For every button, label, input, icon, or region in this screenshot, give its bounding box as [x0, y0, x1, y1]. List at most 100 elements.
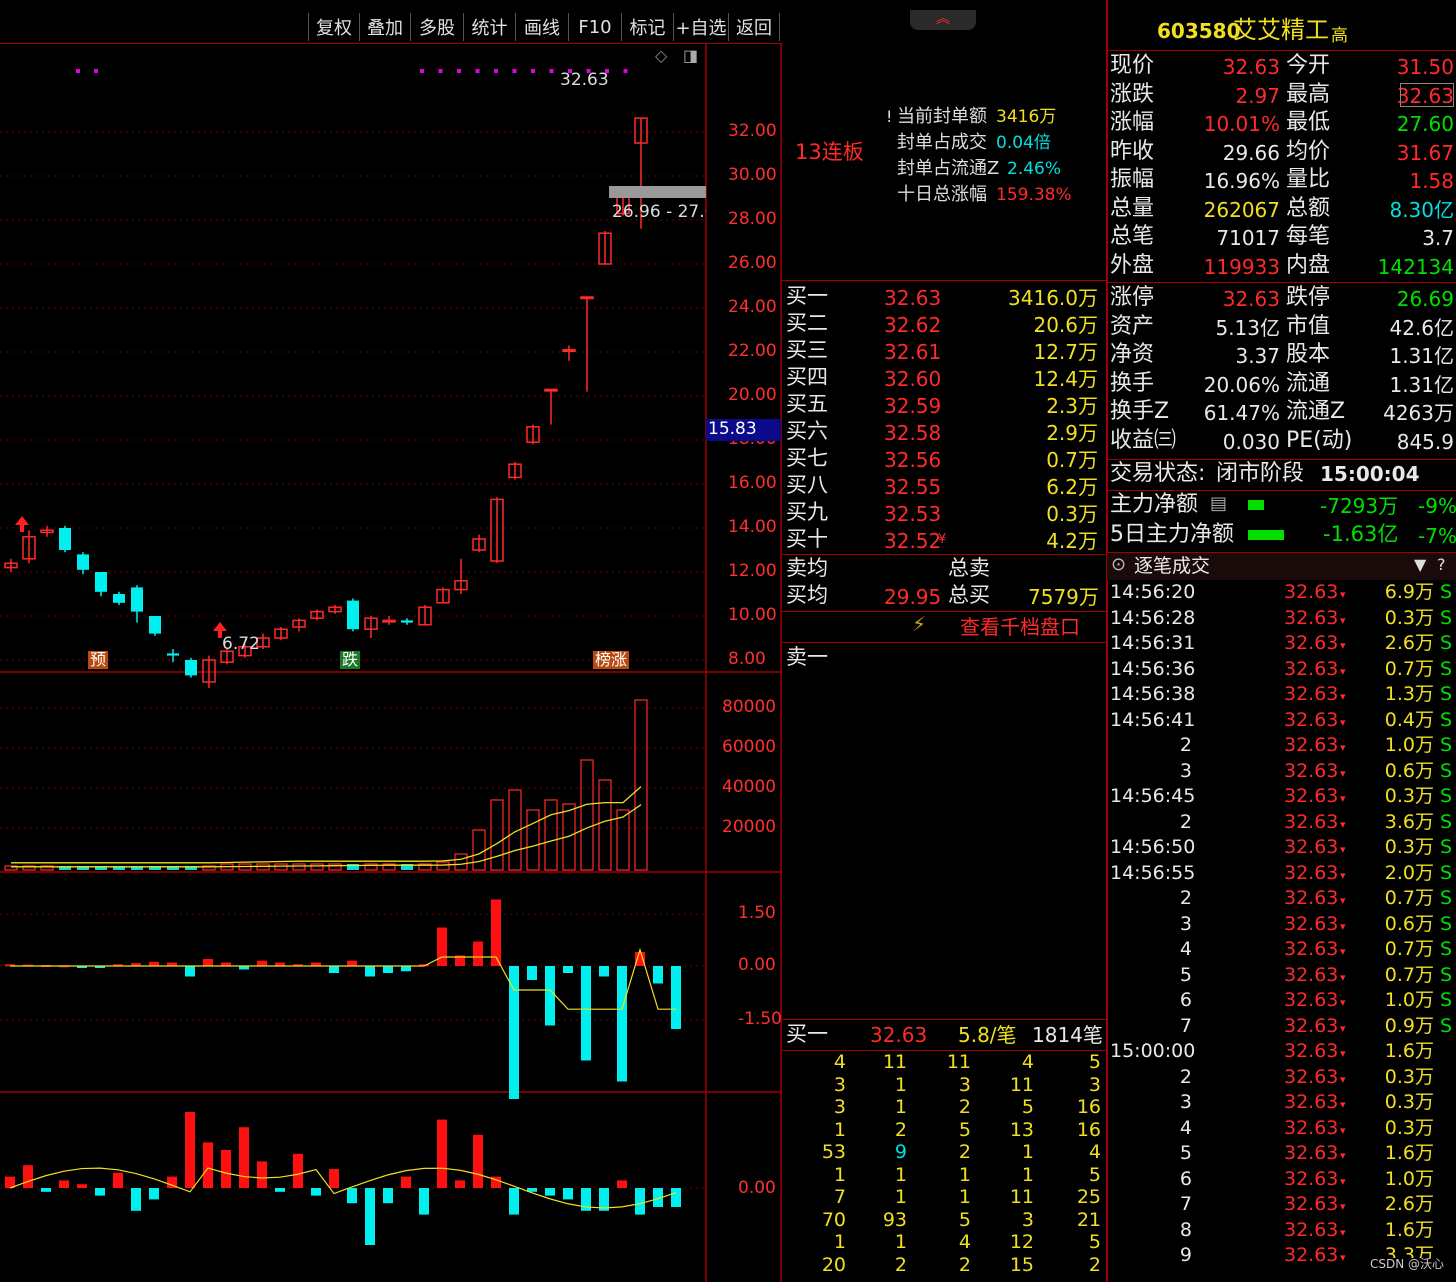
fund-flow-bar	[203, 1142, 213, 1188]
main-net5-bar	[1248, 530, 1284, 540]
tick-volume: 0.7万	[1384, 938, 1434, 960]
toolbar-stats-button[interactable]: 统计	[463, 13, 515, 41]
fund-value: 61.47%	[1203, 401, 1280, 425]
quote-label: 最低	[1286, 110, 1331, 135]
macd-bar	[257, 960, 267, 966]
main-net-label: 主力净额	[1110, 492, 1199, 517]
fund-flow-bar	[221, 1150, 231, 1188]
view-1000-depth-link[interactable]: 查看千档盘口	[960, 617, 1080, 637]
queue-cell: 16	[1076, 1096, 1101, 1118]
toolbar-overlay-button[interactable]: 叠加	[359, 13, 410, 41]
tick-time: 14:56:28	[1110, 606, 1196, 629]
queue-cell: 1	[833, 1118, 846, 1141]
tick-side: S	[1440, 759, 1453, 782]
main-net-info-icon[interactable]: ▤	[1210, 495, 1227, 513]
quote-label: 最高	[1286, 81, 1331, 107]
toolbar-mark-button[interactable]: 标记	[621, 13, 673, 41]
diamond-icon[interactable]: ◇	[655, 48, 667, 64]
tick-down-icon: ▾	[1340, 639, 1346, 652]
tick-volume: 0.3万	[1384, 836, 1434, 858]
bid-volume: 12.4万	[1033, 367, 1098, 391]
seal-info-label: 封单占流通Z	[897, 158, 1000, 179]
tick-down-icon: ▾	[1340, 945, 1346, 958]
tick-side: S	[1440, 887, 1453, 909]
fund-flow-bar	[635, 1188, 645, 1215]
tick-down-icon: ▾	[1340, 970, 1346, 984]
tick-volume: 0.3万	[1384, 785, 1434, 807]
low-price-label: 6.72	[222, 634, 260, 654]
fund-flow-bar	[131, 1188, 141, 1211]
bid-volume: 2.9万	[1046, 421, 1098, 445]
tick-time: 3	[1179, 759, 1192, 782]
tick-side: S	[1440, 1014, 1453, 1037]
fund-value: 32.63	[1222, 287, 1280, 311]
quote-value: 3.7	[1422, 226, 1454, 250]
toolbar-add-watchlist-button[interactable]: +自选	[673, 13, 728, 41]
seal-info-label: 封单占成交	[897, 132, 987, 153]
fund-flow-bar	[383, 1188, 393, 1204]
volume-bar	[616, 809, 630, 871]
toolbar-fuquan-button[interactable]: 复权	[308, 13, 359, 41]
bid-price: 32.63	[884, 286, 942, 310]
queue-buy1-label: 买一	[786, 1022, 828, 1046]
quote-value: 16.96%	[1203, 169, 1280, 193]
bid-price: 32.59	[884, 394, 942, 418]
marker-pre[interactable]: 预	[88, 651, 109, 669]
kline-chart-area[interactable]	[0, 44, 782, 1282]
tick-price: 32.63	[1284, 1116, 1339, 1139]
tick-volume: 3.6万	[1384, 810, 1434, 833]
queue-cell: 1	[1021, 1141, 1034, 1163]
price-axis-tick: 10.00	[728, 605, 777, 625]
macd-bar	[437, 927, 447, 966]
queue-cell: 5	[1088, 1163, 1101, 1186]
fund-label: 换手	[1110, 370, 1155, 396]
marker-drop[interactable]: 跌	[340, 651, 361, 669]
toolbar-back-button[interactable]: 返回	[728, 13, 780, 41]
filter-icon[interactable]: ▼	[1414, 557, 1426, 573]
volume-bar	[490, 799, 504, 871]
fund-label: PE(动)	[1286, 427, 1353, 453]
bid-price: 32.52	[884, 529, 942, 553]
tick-down-icon: ▾	[1340, 1072, 1346, 1086]
tick-volume: 2.6万	[1384, 632, 1434, 654]
queue-cell: 1	[894, 1073, 907, 1096]
fund-flow-bar	[257, 1161, 267, 1188]
marker-rank[interactable]: 榜涨	[593, 651, 630, 669]
fund-flow-bar	[473, 1134, 483, 1188]
toolbar: 复权 叠加 多股 统计 画线 F10 标记 +自选 返回	[0, 0, 782, 44]
quote-label: 内盘	[1286, 252, 1331, 278]
volume-axis-tick: 20000	[722, 817, 777, 837]
tick-side: S	[1440, 785, 1453, 807]
toolbar-f10-button[interactable]: F10	[568, 13, 621, 41]
queue-cell: 93	[882, 1208, 907, 1231]
candle-body	[149, 616, 161, 634]
quote-value: 262067	[1203, 197, 1280, 222]
quote-label: 昨收	[1110, 138, 1155, 164]
tick-time: 5	[1179, 963, 1192, 986]
volume-bar	[454, 853, 468, 871]
queue-cell: 1	[894, 1096, 907, 1118]
fund-flow-bar	[77, 1184, 87, 1188]
queue-cell: 53	[821, 1141, 846, 1163]
window-toggle-icon[interactable]: ◨	[683, 48, 698, 64]
toolbar-multi-stock-button[interactable]: 多股	[410, 13, 463, 41]
bid-price: 32.56	[884, 448, 942, 472]
queue-order-count: 1814笔	[1032, 1023, 1103, 1047]
collapse-tab-icon[interactable]: ︽	[910, 10, 976, 30]
quote-label: 涨幅	[1110, 110, 1155, 135]
seal-info-value: 3416万	[996, 107, 1057, 127]
ticks-collapse-icon[interactable]: ⊙	[1111, 556, 1126, 574]
total-buy-label: 总买	[948, 583, 990, 607]
quote-value: 142134	[1377, 254, 1454, 279]
tick-side: S	[1440, 938, 1453, 960]
bid-volume: 0.7万	[1046, 448, 1098, 472]
tick-time: 4	[1179, 938, 1192, 960]
help-icon[interactable]: ?	[1437, 557, 1446, 573]
bid-level-label: 买九	[786, 500, 828, 524]
toolbar-draw-button[interactable]: 画线	[515, 13, 568, 41]
bid-level-label: 买八	[786, 473, 828, 497]
macd-bar	[581, 966, 591, 1061]
volume-bar	[634, 699, 648, 871]
tick-down-icon: ▾	[1340, 792, 1346, 805]
tick-price: 32.63	[1284, 938, 1339, 960]
